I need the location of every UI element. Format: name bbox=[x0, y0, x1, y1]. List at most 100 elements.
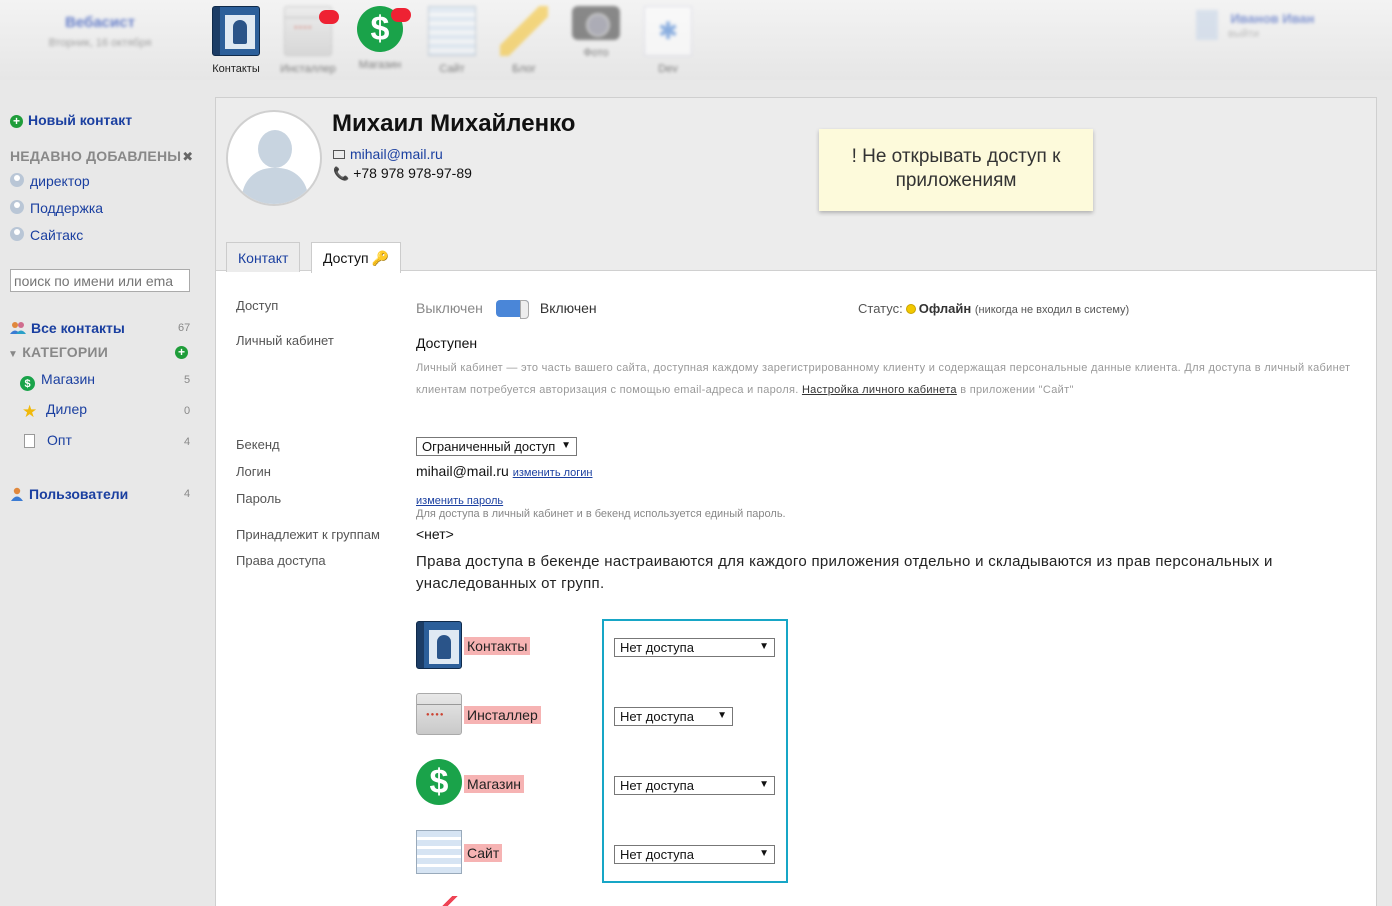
permission-select[interactable]: Нет доступа ▼ bbox=[614, 845, 775, 864]
phone-icon: 📞 bbox=[333, 166, 350, 181]
chevron-down-icon: ▼ bbox=[717, 710, 727, 721]
password-hint: Для доступа в личный кабинет и в бекенд … bbox=[416, 508, 786, 520]
access-toggle[interactable] bbox=[495, 300, 529, 319]
backend-select[interactable]: Ограниченный доступ ▼ bbox=[416, 437, 577, 456]
toggle-on-label: Включен bbox=[539, 300, 597, 316]
users-link[interactable]: Пользователи bbox=[10, 486, 128, 502]
app-developer[interactable]: Dev bbox=[635, 6, 701, 75]
phone-value: +78 978 978-97-89 bbox=[353, 165, 472, 181]
category-label: Дилер bbox=[46, 401, 88, 417]
user-name: Иванов Иван bbox=[1230, 11, 1315, 26]
permission-select-value: Нет доступа bbox=[620, 640, 694, 655]
installer-icon bbox=[416, 693, 462, 735]
person-icon bbox=[10, 173, 24, 187]
permission-app-name: Инсталлер bbox=[464, 706, 541, 724]
category-item[interactable]: ★ Дилер bbox=[22, 401, 87, 420]
backend-label: Бекенд bbox=[236, 437, 280, 452]
close-icon[interactable]: ✖ bbox=[182, 149, 193, 165]
app-label: Dev bbox=[658, 63, 678, 75]
rights-label: Права доступа bbox=[236, 553, 326, 568]
permission-app-name: Контакты bbox=[464, 637, 531, 655]
categories-heading[interactable]: ▼ КАТЕГОРИИ bbox=[8, 344, 108, 360]
new-contact-link[interactable]: + Новый контакт bbox=[10, 112, 132, 128]
category-item[interactable]: Опт bbox=[24, 432, 72, 448]
app-shop[interactable]: $ Магазин bbox=[347, 6, 413, 71]
blog-icon bbox=[436, 896, 462, 906]
permission-select[interactable]: Нет доступа ▼ bbox=[614, 776, 775, 795]
cabinet-description: Личный кабинет — это часть вашего сайта,… bbox=[416, 357, 1356, 401]
cabinet-settings-link[interactable]: Настройка личного кабинета bbox=[802, 384, 957, 396]
brand-name: Вебасист bbox=[65, 14, 135, 31]
user-menu[interactable]: Иванов Иван выйти bbox=[1196, 10, 1315, 40]
recent-item-label: директор bbox=[30, 173, 90, 189]
contact-email[interactable]: mihail@mail.ru bbox=[333, 146, 443, 162]
category-count: 4 bbox=[184, 436, 191, 448]
app-blog[interactable]: Блог bbox=[491, 6, 557, 75]
status-note: (никогда не входил в систему) bbox=[974, 304, 1130, 316]
people-icon bbox=[10, 321, 26, 335]
permission-select[interactable]: Нет доступа ▼ bbox=[614, 707, 733, 726]
app-label: Магазин bbox=[358, 59, 402, 71]
cabinet-value: Доступен bbox=[416, 335, 478, 351]
tab-access[interactable]: Доступ 🔑 bbox=[311, 242, 402, 273]
access-toggle-row: Выключен Включен bbox=[416, 300, 597, 319]
chevron-down-icon: ▼ bbox=[759, 641, 769, 652]
app-site[interactable]: Сайт bbox=[419, 6, 485, 75]
developer-icon bbox=[644, 6, 692, 56]
contact-avatar[interactable] bbox=[226, 110, 322, 206]
status-label: Статус: bbox=[858, 301, 903, 316]
page-icon bbox=[24, 434, 35, 448]
groups-label: Принадлежит к группам bbox=[236, 527, 380, 542]
person-icon bbox=[10, 200, 24, 214]
recent-title: НЕДАВНО ДОБАВЛЕНЫ bbox=[10, 148, 182, 164]
password-row: изменить пароль bbox=[416, 491, 503, 507]
app-label: Инсталлер bbox=[280, 63, 336, 75]
add-category-button[interactable]: + bbox=[175, 346, 188, 359]
new-contact-label: Новый контакт bbox=[28, 112, 133, 128]
blog-icon bbox=[500, 6, 548, 56]
app-label: Фото bbox=[583, 47, 609, 59]
permission-select-value: Нет доступа bbox=[620, 709, 694, 724]
change-login-link[interactable]: изменить логин bbox=[513, 467, 593, 479]
star-icon: ★ bbox=[22, 402, 38, 421]
sidebar: + Новый контакт НЕДАВНО ДОБАВЛЕНЫ✖ директ… bbox=[0, 80, 210, 906]
notification-badge bbox=[391, 8, 411, 22]
person-icon bbox=[10, 227, 24, 241]
rights-description: Права доступа в бекенде настраиваются дл… bbox=[416, 553, 1273, 592]
status-dot-icon bbox=[905, 304, 916, 314]
category-count: 5 bbox=[184, 374, 191, 386]
status-value: Офлайн bbox=[918, 301, 972, 316]
contact-header: Михаил Михайленко mihail@mail.ru 📞 +78 97… bbox=[216, 98, 1376, 273]
brand-date: Вторник, 16 октября bbox=[48, 37, 152, 49]
recent-item[interactable]: Сайтакс bbox=[10, 227, 83, 243]
password-label: Пароль bbox=[236, 491, 282, 506]
user-sub[interactable]: выйти bbox=[1228, 28, 1315, 40]
app-header: Вебасист Вторник, 16 октября Контакты Ин… bbox=[0, 0, 1392, 80]
email-value: mihail@mail.ru bbox=[350, 146, 443, 162]
category-item[interactable]: $ Магазин bbox=[20, 371, 95, 391]
contact-phone: 📞 +78 978 978-97-89 bbox=[333, 165, 472, 182]
recent-item[interactable]: директор bbox=[10, 173, 90, 189]
app-contacts[interactable]: Контакты bbox=[203, 6, 269, 75]
search-input[interactable] bbox=[10, 269, 190, 292]
recent-item-label: Поддержка bbox=[30, 200, 104, 216]
tab-access-label: Доступ bbox=[323, 250, 369, 266]
recent-item[interactable]: Поддержка bbox=[10, 200, 103, 216]
login-value: mihail@mail.ru bbox=[416, 463, 509, 479]
categories-title: КАТЕГОРИИ bbox=[22, 344, 108, 360]
app-photo[interactable]: Фото bbox=[563, 6, 629, 59]
cabinet-label: Личный кабинет bbox=[236, 333, 334, 348]
contacts-icon bbox=[416, 621, 462, 669]
category-count: 0 bbox=[184, 405, 191, 417]
permission-app-name: Сайт bbox=[464, 844, 503, 862]
brand[interactable]: Вебасист Вторник, 16 октября bbox=[40, 14, 160, 49]
app-label: Сайт bbox=[439, 63, 465, 75]
all-contacts-link[interactable]: Все контакты bbox=[10, 320, 125, 336]
app-installer[interactable]: Инсталлер bbox=[275, 6, 341, 75]
contact-name[interactable]: Михаил Михайленко bbox=[332, 110, 575, 138]
tab-contact[interactable]: Контакт bbox=[226, 242, 301, 272]
site-icon bbox=[428, 6, 476, 56]
change-password-link[interactable]: изменить пароль bbox=[416, 495, 503, 507]
sticky-note[interactable]: ! Не открывать доступ к приложениям bbox=[819, 129, 1093, 211]
permission-select[interactable]: Нет доступа ▼ bbox=[614, 638, 775, 657]
